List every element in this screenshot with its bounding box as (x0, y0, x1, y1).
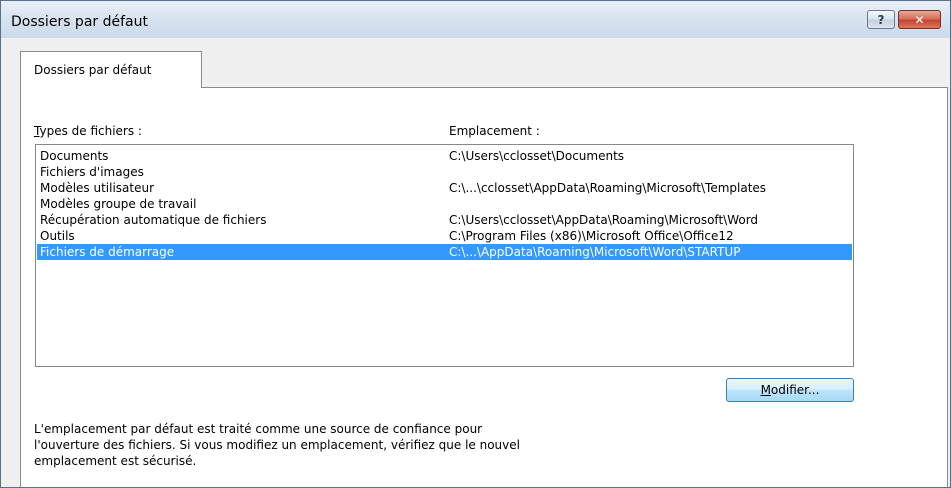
location-header: Emplacement : (449, 124, 540, 138)
list-item[interactable]: Outils C:\Program Files (x86)\Microsoft … (37, 228, 852, 244)
location-cell: C:\...\cclosset\AppData\Roaming\Microsof… (449, 181, 767, 195)
file-type-cell: Récupération automatique de fichiers (40, 213, 267, 227)
close-button[interactable]: ✕ (898, 10, 941, 29)
file-type-cell: Modèles utilisateur (40, 181, 155, 195)
file-type-cell: Outils (40, 229, 75, 243)
tab-panel: Types de fichiers : Emplacement : Docume… (20, 87, 948, 487)
list-item[interactable]: Documents C:\Users\cclosset\Documents (37, 148, 852, 164)
list-item[interactable]: Récupération automatique de fichiers C:\… (37, 212, 852, 228)
location-cell: C:\...\AppData\Roaming\Microsoft\Word\ST… (449, 245, 741, 259)
location-cell: C:\Program Files (x86)\Microsoft Office\… (449, 229, 734, 243)
file-type-cell: Modèles groupe de travail (40, 197, 197, 211)
list-item[interactable]: Modèles utilisateur C:\...\cclosset\AppD… (37, 180, 852, 196)
title-bar[interactable]: Dossiers par défaut ? ✕ (1, 1, 950, 38)
trust-info-text: L'emplacement par défaut est traité comm… (34, 421, 634, 469)
dialog-window: Dossiers par défaut ? ✕ Dossiers par déf… (0, 0, 951, 488)
tab-default-folders[interactable]: Dossiers par défaut (20, 51, 202, 88)
file-types-header-text: ypes de fichiers : (39, 124, 142, 138)
modify-button-label: odifier... (770, 383, 820, 397)
list-item[interactable]: Fichiers d'images (37, 164, 852, 180)
file-type-cell: Fichiers de démarrage (40, 245, 175, 259)
tab-label: Dossiers par défaut (34, 63, 152, 77)
info-line: l'ouverture des fichiers. Si vous modifi… (34, 438, 520, 452)
list-item-selected[interactable]: Fichiers de démarrage C:\...\AppData\Roa… (37, 244, 852, 260)
file-type-cell: Fichiers d'images (40, 165, 144, 179)
modify-button[interactable]: Modifier... (726, 378, 854, 402)
file-locations-list[interactable]: Documents C:\Users\cclosset\Documents Fi… (35, 144, 854, 367)
close-icon: ✕ (914, 12, 925, 27)
location-cell: C:\Users\cclosset\AppData\Roaming\Micros… (449, 213, 759, 227)
window-title: Dossiers par défaut (11, 14, 148, 30)
info-line: emplacement est sécurisé. (34, 454, 197, 468)
dialog-content: Dossiers par défaut Types de fichiers : … (10, 38, 948, 487)
info-line: L'emplacement par défaut est traité comm… (34, 422, 483, 436)
location-cell: C:\Users\cclosset\Documents (449, 149, 625, 163)
help-button[interactable]: ? (867, 10, 895, 29)
modify-button-mnemonic: M (760, 383, 771, 397)
list-item[interactable]: Modèles groupe de travail (37, 196, 852, 212)
file-types-header: Types de fichiers : (34, 124, 142, 138)
help-icon: ? (877, 12, 885, 27)
file-type-cell: Documents (40, 149, 109, 163)
